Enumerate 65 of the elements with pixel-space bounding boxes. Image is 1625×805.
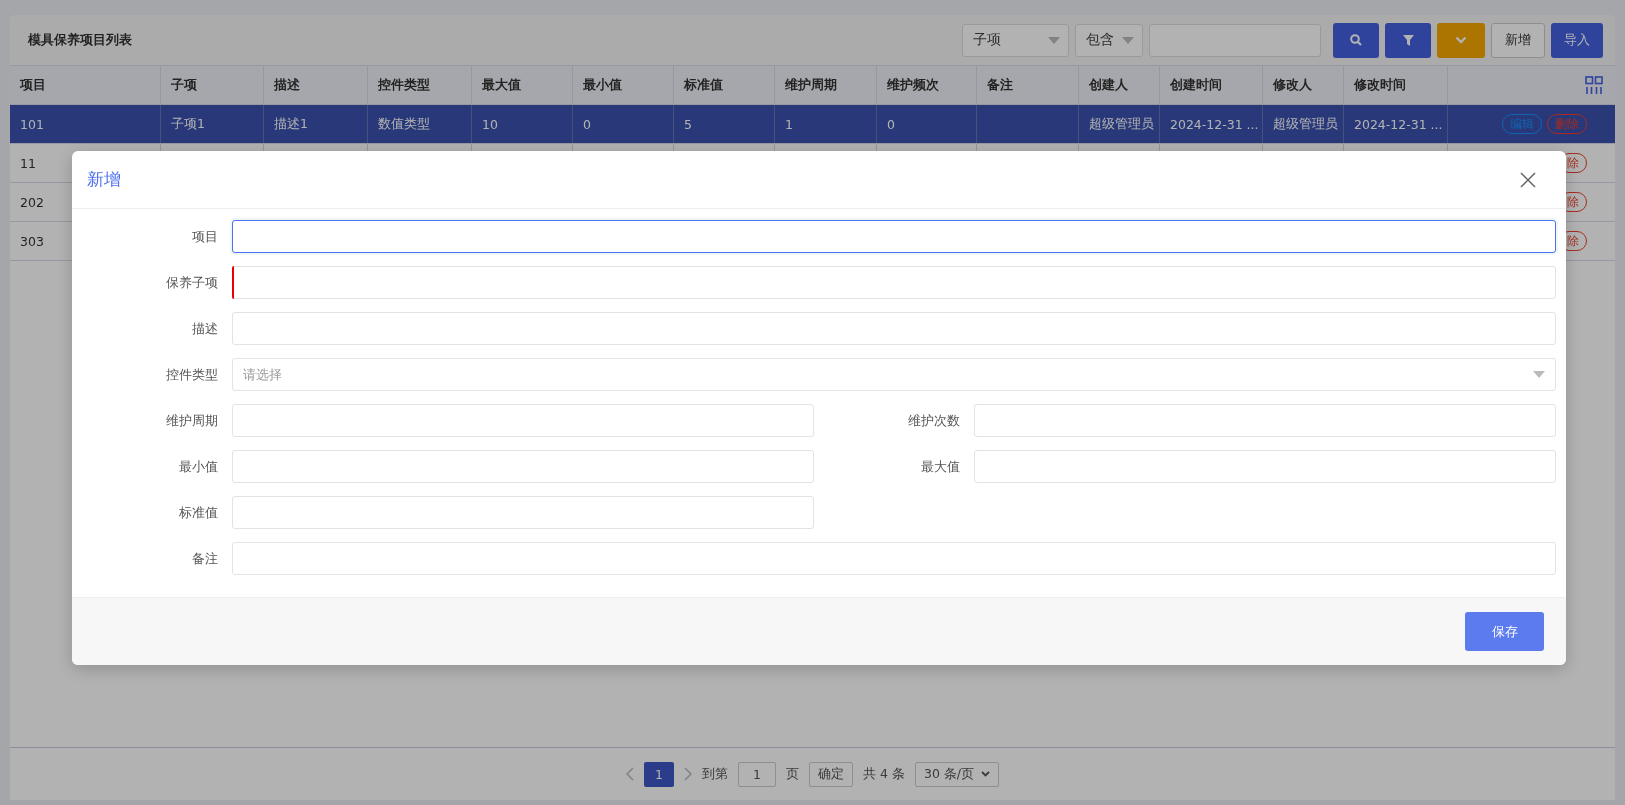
page-size-select[interactable]: 30 条/页 xyxy=(914,761,999,787)
column-header: 修改人 xyxy=(1263,66,1344,104)
type-select[interactable]: 请选择 xyxy=(232,358,1556,391)
page-title: 模具保养项目列表 xyxy=(28,31,133,49)
next-icon[interactable] xyxy=(684,767,693,781)
operator-select[interactable]: 包含 xyxy=(1075,23,1143,57)
field-label: 保养子项 xyxy=(165,273,218,292)
expand-button[interactable] xyxy=(1437,22,1485,58)
table-cell: 1 xyxy=(775,105,877,143)
field-label: 维护次数 xyxy=(907,411,960,430)
column-settings-icon[interactable] xyxy=(1585,76,1603,94)
table-cell: 0 xyxy=(573,105,674,143)
table-cell: 2024-12-31 ... xyxy=(1160,105,1263,143)
filter-icon xyxy=(1402,34,1414,46)
search-field[interactable] xyxy=(1149,23,1321,57)
field-label: 维护周期 xyxy=(165,411,218,430)
column-header: 子项 xyxy=(161,66,264,104)
column-header: 创建人 xyxy=(1079,66,1160,104)
table-cell: 0 xyxy=(877,105,977,143)
close-icon[interactable] xyxy=(1520,171,1536,188)
field-label: 最大值 xyxy=(920,457,960,476)
page-unit-label: 页 xyxy=(786,765,800,783)
column-header: 项目 xyxy=(10,66,161,104)
goto-label: 到第 xyxy=(702,765,729,783)
table-cell: 子项1 xyxy=(161,105,264,143)
chevron-down-icon xyxy=(980,771,990,777)
field-label: 控件类型 xyxy=(165,365,218,384)
column-header: 备注 xyxy=(977,66,1079,104)
field-label: 标准值 xyxy=(178,503,218,522)
page-number-field[interactable]: 1 xyxy=(738,761,777,787)
field-label: 备注 xyxy=(191,549,218,568)
field-label: 项目 xyxy=(191,227,218,246)
column-header: 维护周期 xyxy=(775,66,877,104)
table-cell: 2024-12-31 ... xyxy=(1344,105,1448,143)
search-icon xyxy=(1350,34,1362,46)
import-button[interactable]: 导入 xyxy=(1551,22,1603,58)
table-cell: 10 xyxy=(472,105,573,143)
table-cell: 超级管理员 xyxy=(1263,105,1344,143)
total-count: 共 4 条 xyxy=(863,765,905,783)
table-cell: 数值类型 xyxy=(368,105,472,143)
column-header: 创建时间 xyxy=(1160,66,1263,104)
field-label: 描述 xyxy=(191,319,218,338)
search-button[interactable] xyxy=(1333,22,1379,58)
column-header: 最小值 xyxy=(573,66,674,104)
column-header: 最大值 xyxy=(472,66,573,104)
column-header: 控件类型 xyxy=(368,66,472,104)
page-button[interactable]: 1 xyxy=(644,761,675,787)
table-cell: 描述1 xyxy=(264,105,368,143)
input-field[interactable] xyxy=(232,220,1556,253)
column-header: 维护频次 xyxy=(877,66,977,104)
table-cell: 101 xyxy=(10,105,161,143)
chevron-down-icon xyxy=(1455,36,1467,44)
column-header: 描述 xyxy=(264,66,368,104)
field-label: 最小值 xyxy=(178,457,218,476)
field-select[interactable]: 子项 xyxy=(962,23,1069,57)
add-button[interactable]: 新增 xyxy=(1491,22,1545,58)
column-header: 修改时间 xyxy=(1344,66,1448,104)
table-cell: 超级管理员 xyxy=(1079,105,1160,143)
dropdown-arrow-icon xyxy=(1533,371,1545,378)
filter-button[interactable] xyxy=(1385,22,1431,58)
previous-icon[interactable] xyxy=(626,767,635,781)
save-button[interactable]: 保存 xyxy=(1465,612,1544,651)
column-header: 标准值 xyxy=(674,66,775,104)
table-cell: 5 xyxy=(674,105,775,143)
confirm-button[interactable]: 确定 xyxy=(809,761,854,787)
